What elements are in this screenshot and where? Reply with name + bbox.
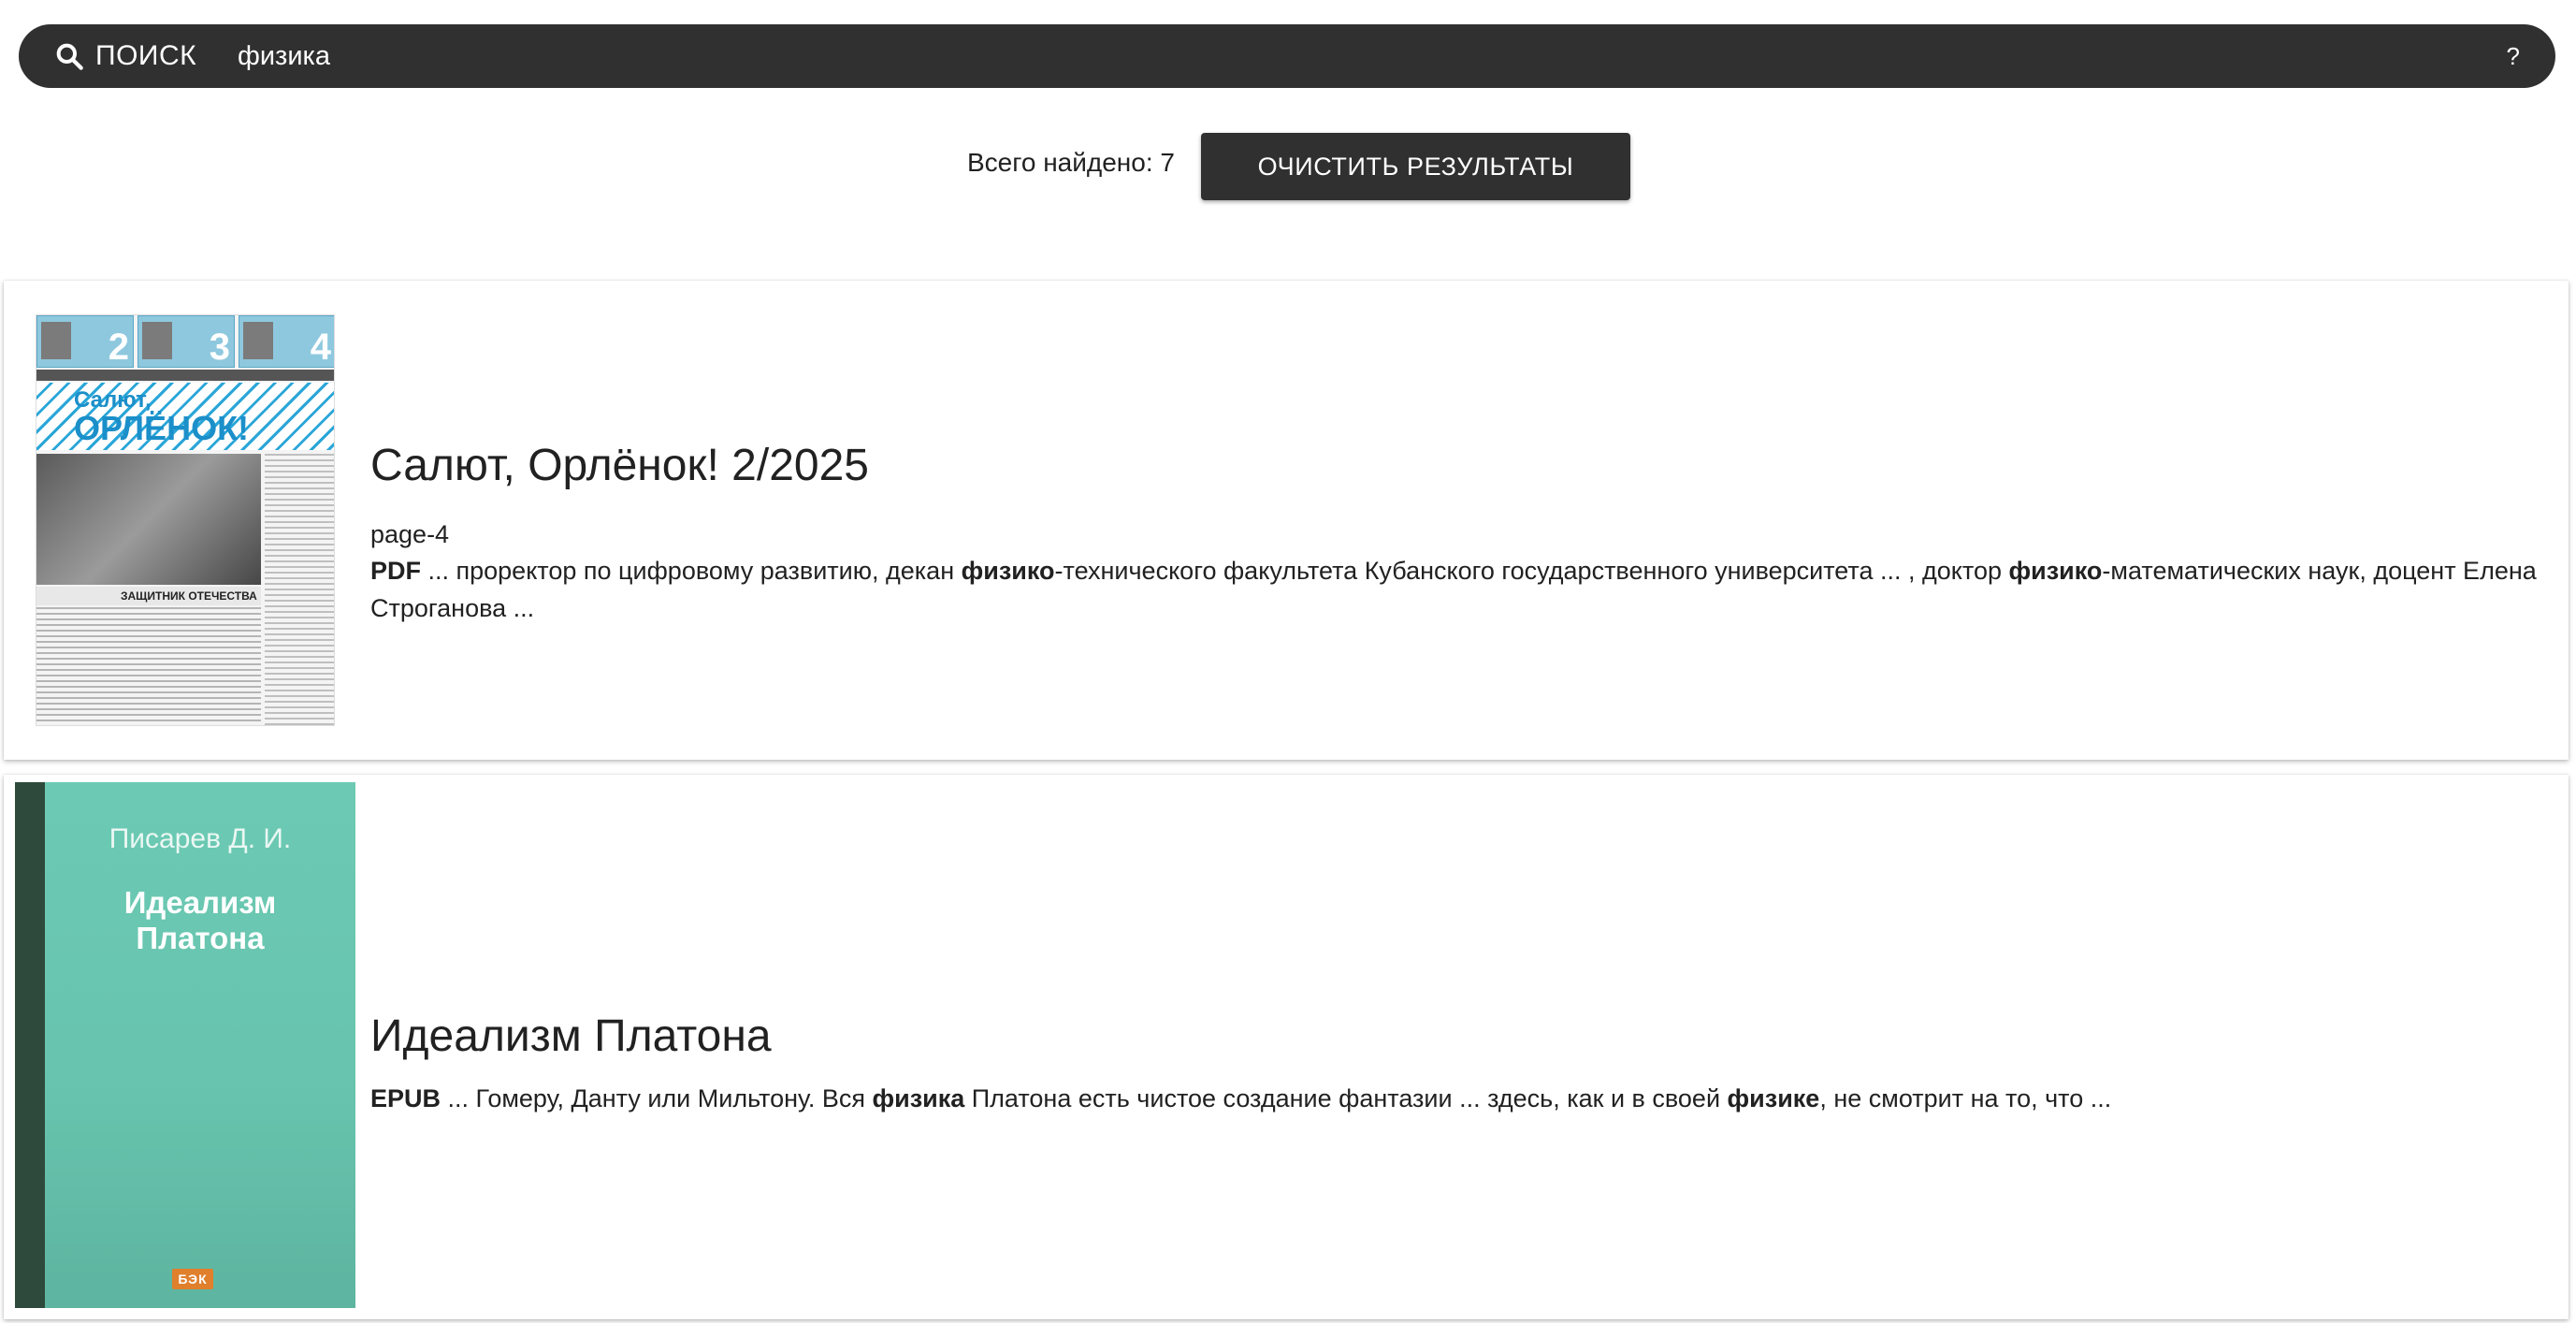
search-icon[interactable] — [54, 41, 84, 71]
search-bar: ПОИСК ? — [19, 24, 2555, 88]
search-label: ПОИСК — [95, 40, 197, 71]
result-page: page-4 — [370, 520, 450, 548]
result-title[interactable]: Идеализм Платона — [370, 1010, 772, 1062]
total-found-label: Всего найдено: 7 — [967, 148, 1175, 177]
result-cover-image[interactable]: Писарев Д. И. Идеализм Платона БЭК — [15, 782, 355, 1308]
cover-title: Идеализм Платона — [123, 885, 277, 955]
cover-author: Писарев Д. И. — [109, 823, 292, 854]
result-format: PDF — [370, 557, 421, 585]
cover-masthead: Салют, ОРЛЁНОК! — [74, 387, 250, 447]
cover-photo — [36, 454, 261, 585]
result-snippet: PDF ... проректор по цифровому развитию,… — [370, 557, 2537, 622]
search-input[interactable] — [238, 37, 2389, 75]
result-format: EPUB — [370, 1084, 441, 1112]
cover-spine — [15, 782, 45, 1308]
result-title[interactable]: Салют, Орлёнок! 2/2025 — [370, 440, 869, 491]
clear-results-button[interactable]: ОЧИСТИТЬ РЕЗУЛЬТАТЫ — [1201, 133, 1630, 200]
result-snippet: EPUB ... Гомеру, Данту или Мильтону. Вся… — [370, 1084, 2112, 1112]
cover-section-title: ЗАЩИТНИК ОТЕЧЕСТВА — [36, 587, 261, 605]
result-card[interactable]: 2 3 4 Салют, ОРЛЁНОК! ЗАЩИТНИК ОТЕЧЕСТВА… — [4, 281, 2569, 760]
help-button[interactable]: ? — [2507, 24, 2520, 88]
cover-page-strip: 2 3 4 — [36, 315, 334, 368]
publisher-logo: БЭК — [172, 1269, 213, 1289]
result-card[interactable]: Писарев Д. И. Идеализм Платона БЭК Идеал… — [4, 775, 2569, 1319]
result-cover-image[interactable]: 2 3 4 Салют, ОРЛЁНОК! ЗАЩИТНИК ОТЕЧЕСТВА — [36, 314, 335, 726]
